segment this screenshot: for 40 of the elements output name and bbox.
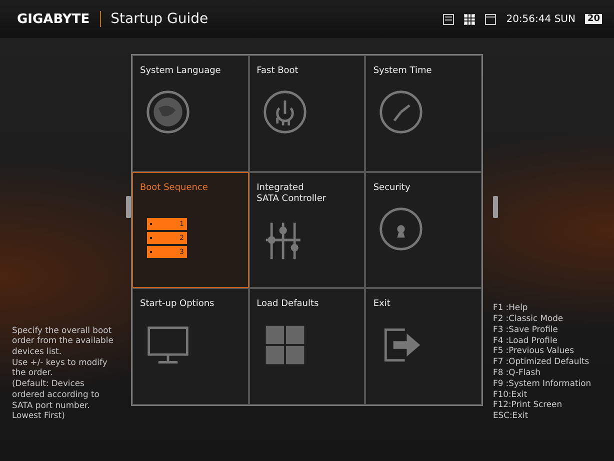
hotkey-hint: F10:Exit [493, 388, 528, 400]
menu-tile[interactable]: Fast Boot [248, 55, 366, 172]
hotkey-hint: F4 :Load Profile [493, 334, 558, 346]
view-mode-icon[interactable] [464, 14, 476, 24]
scroll-handle[interactable] [493, 196, 498, 218]
hotkey-hint: F9 :System Information [493, 378, 592, 389]
tile-label: Fast Boot [256, 66, 300, 77]
page-title: Startup Guide [110, 11, 210, 27]
hotkey-hint: F3 :Save Profile [493, 324, 559, 335]
menu-tile[interactable]: Start-up Options [132, 288, 249, 405]
hotkey-hint: F5 :Previous Values [493, 345, 576, 356]
hotkey-hint: ESC:Exit [493, 410, 530, 421]
menu-tile[interactable]: Load Defaults [248, 288, 366, 405]
hotkey-hint: F8 :Q-Flash [493, 367, 542, 378]
tile-label: System Time [373, 66, 433, 77]
menu-tile[interactable]: Integrated SATA Controller [248, 172, 366, 288]
menu-tile[interactable]: System Language [132, 55, 249, 172]
tile-label: Integrated SATA Controller [256, 182, 328, 205]
hotkey-hint: F7 :Optimized Defaults [493, 356, 590, 368]
power-icon [262, 89, 308, 135]
tile-label: Boot Sequence [140, 182, 209, 194]
tile-label: Start-up Options [140, 299, 216, 310]
tile-label: Load Defaults [256, 299, 320, 310]
tile-label: System Language [140, 66, 222, 77]
hotkey-hint: F1 :Help [493, 302, 529, 314]
clock-time: 20:56:44 SUN [506, 14, 576, 24]
brand-logo: GIGABYTE [17, 12, 90, 26]
tile-label: Exit [373, 299, 392, 310]
menu-tile[interactable]: Exit [365, 288, 482, 405]
menu-tile[interactable]: System Time [365, 55, 482, 172]
help-text: Specify the overall boot order from the available devices list. Use +/- keys to modify the order. (Default: Devices ordered according to SATA port number. Lowest First) [12, 324, 114, 421]
keyhole-icon [378, 206, 424, 252]
globe-icon [145, 89, 191, 135]
tile-label: Security [373, 182, 412, 194]
menu-tile[interactable]: Security [365, 172, 482, 288]
calendar-date: 20 [585, 14, 602, 24]
hotkey-hint: F12:Print Screen [493, 399, 564, 410]
clock-icon [378, 89, 424, 135]
hotkey-hint: F2 :Classic Mode [493, 313, 564, 324]
scroll-handle[interactable] [126, 196, 131, 218]
